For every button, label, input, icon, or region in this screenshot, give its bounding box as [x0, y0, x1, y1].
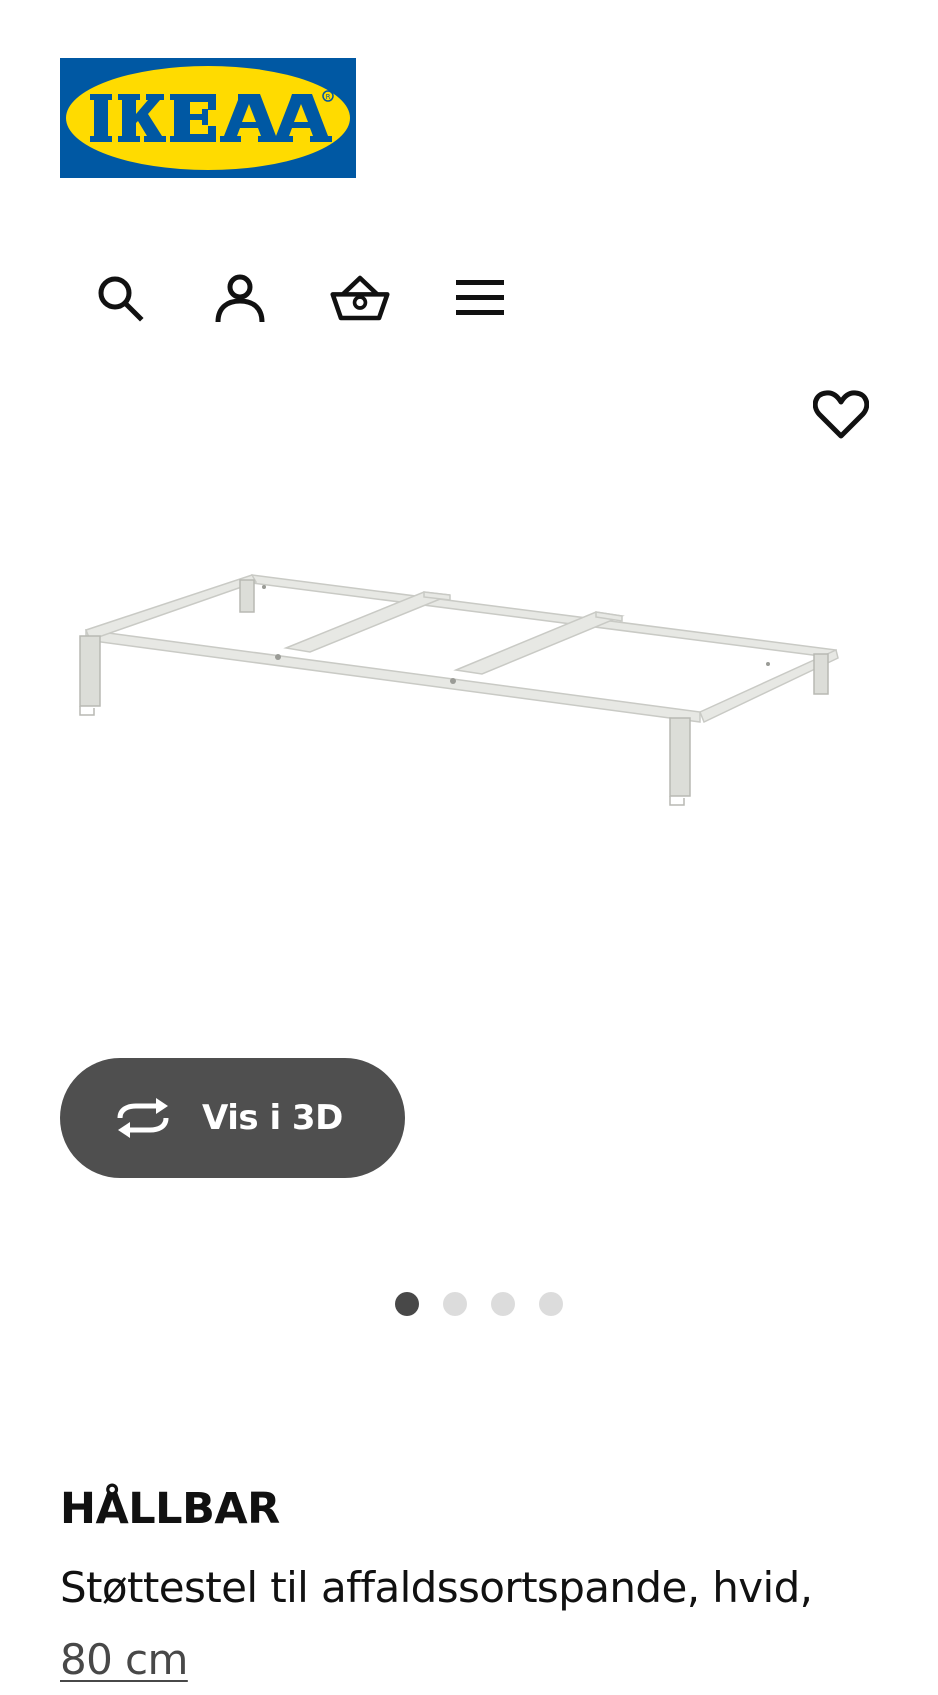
- product-description: Støttestel til affaldssortspande, hvid, …: [60, 1552, 920, 1695]
- product-size-link[interactable]: 80 cm: [60, 1635, 188, 1684]
- search-button[interactable]: [90, 268, 150, 328]
- gallery-dot-1[interactable]: [395, 1292, 419, 1316]
- menu-icon: [456, 280, 504, 315]
- basket-button[interactable]: [330, 268, 390, 328]
- view-3d-button[interactable]: Vis i 3D: [60, 1058, 405, 1178]
- gallery-dot-3[interactable]: [491, 1292, 515, 1316]
- product-name: HÅLLBAR: [60, 1484, 280, 1534]
- gallery-dot-4[interactable]: [539, 1292, 563, 1316]
- menu-button[interactable]: [450, 268, 510, 328]
- search-icon: [98, 276, 144, 322]
- svg-text:R: R: [326, 93, 331, 101]
- view-3d-label: Vis i 3D: [202, 1098, 343, 1138]
- product-image[interactable]: [64, 540, 884, 880]
- basket-icon: [330, 275, 390, 321]
- account-button[interactable]: [210, 268, 270, 328]
- product-page: R Vis i 3D HÅLLBAR Støttestel til affald…: [0, 0, 938, 1695]
- product-description-text: Støttestel til affaldssortspande, hvid,: [60, 1563, 813, 1612]
- rotate-icon: [112, 1098, 174, 1138]
- gallery-dot-2[interactable]: [443, 1292, 467, 1316]
- header-nav: [90, 268, 570, 328]
- favorite-button[interactable]: [812, 386, 870, 444]
- gallery-pagination: [395, 1292, 563, 1316]
- user-icon: [215, 274, 265, 323]
- ikea-logo[interactable]: R: [60, 58, 356, 178]
- heart-icon: [813, 390, 869, 439]
